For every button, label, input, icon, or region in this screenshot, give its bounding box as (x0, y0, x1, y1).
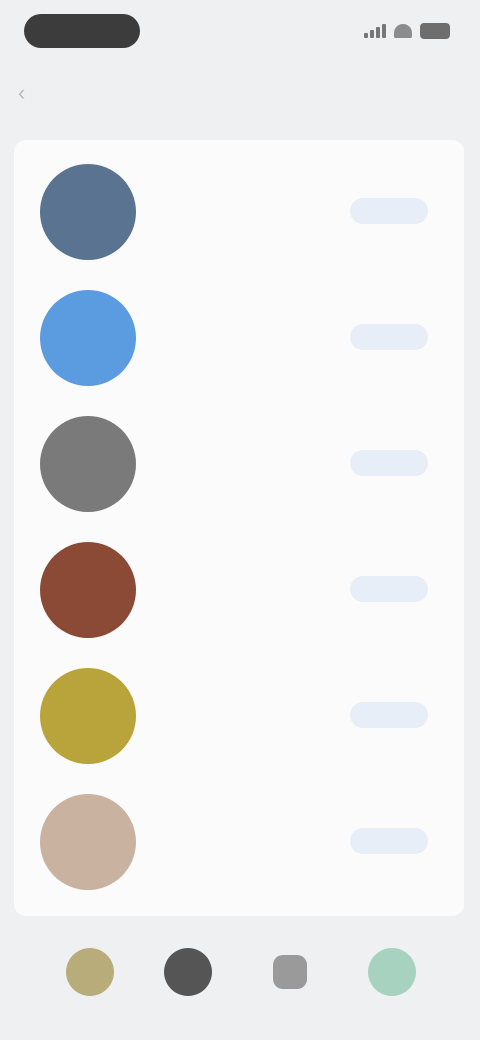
avatar (40, 794, 136, 890)
tab-home[interactable] (56, 938, 124, 1006)
list-item[interactable] (14, 524, 464, 650)
nav-header: ‹ (0, 62, 480, 124)
list-item-action-button[interactable] (350, 324, 428, 350)
list-item-action-button[interactable] (350, 198, 428, 224)
list-item[interactable] (14, 776, 464, 902)
list-item-action-button[interactable] (350, 450, 428, 476)
list-item-info (150, 422, 340, 426)
list-item[interactable] (14, 146, 464, 272)
list-item-info (150, 800, 340, 804)
list-item-info (150, 674, 340, 678)
list-item[interactable] (14, 650, 464, 776)
list-card (14, 140, 464, 916)
tab-settings[interactable] (358, 938, 426, 1006)
status-icons (364, 20, 450, 42)
settings-icon (368, 948, 416, 996)
avatar (40, 416, 136, 512)
list-item-action-button[interactable] (350, 576, 428, 602)
avatar (40, 542, 136, 638)
list-item[interactable] (14, 398, 464, 524)
list-item-info (150, 548, 340, 552)
list-item-info (150, 296, 340, 300)
list-item-info (150, 170, 340, 174)
tab-bar (0, 916, 480, 1040)
time-pill (24, 14, 140, 48)
wifi-icon (394, 24, 412, 38)
status-bar (0, 0, 480, 62)
signal-icon (364, 24, 386, 38)
chevron-left-icon[interactable]: ‹ (18, 82, 40, 104)
avatar (40, 164, 136, 260)
battery-icon (420, 23, 450, 39)
list-item-action-button[interactable] (350, 702, 428, 728)
home-icon (66, 948, 114, 996)
avatar (40, 290, 136, 386)
bell-icon (273, 955, 307, 989)
list-item[interactable] (14, 272, 464, 398)
avatar (40, 668, 136, 764)
profile-icon (164, 948, 212, 996)
tab-profile[interactable] (154, 938, 222, 1006)
list-item-action-button[interactable] (350, 828, 428, 854)
tab-bell[interactable] (256, 938, 324, 1006)
